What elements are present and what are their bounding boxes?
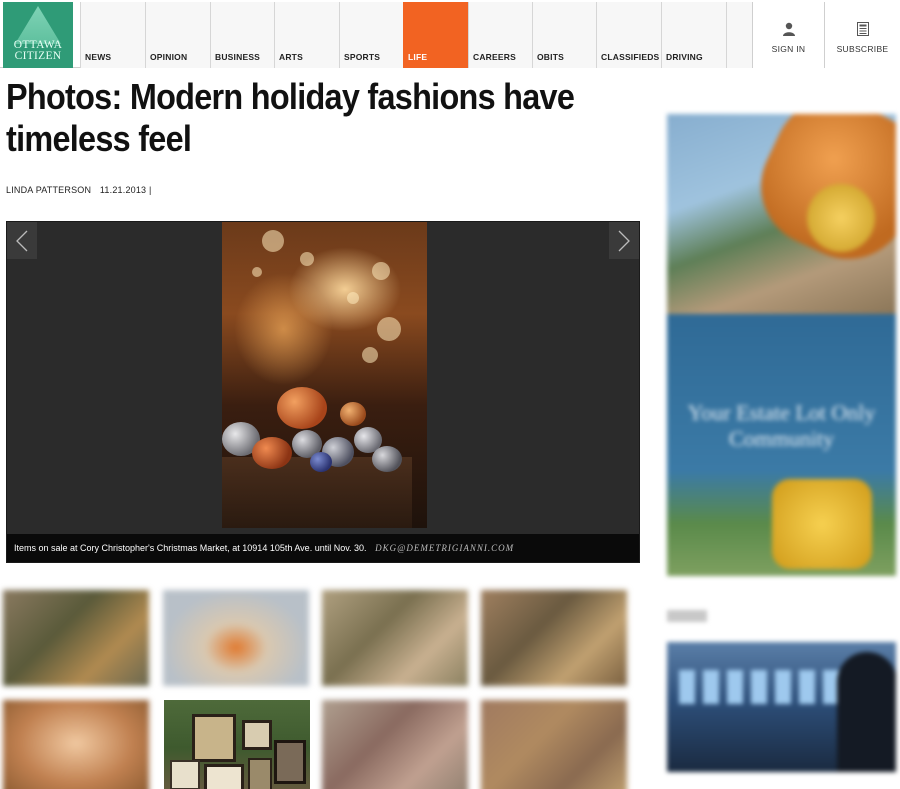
nav-label: ARTS — [279, 52, 303, 62]
framed-art — [242, 720, 272, 750]
framed-art — [192, 714, 236, 762]
nav-item-business[interactable]: BUSINESS — [210, 2, 274, 68]
bokeh-light — [252, 267, 262, 277]
sidebar-photo-detail — [679, 670, 695, 704]
nav-item-obits[interactable]: OBITS — [532, 2, 596, 68]
nav-label: OPINION — [150, 52, 188, 62]
gallery-thumbnail[interactable] — [3, 590, 149, 686]
chevron-right-icon — [618, 230, 630, 251]
user-icon — [782, 22, 795, 36]
photo-gallery: Items on sale at Cory Christopher's Chri… — [6, 221, 640, 563]
sidebar-photo[interactable] — [667, 642, 896, 772]
sidebar-photo-detail — [727, 670, 743, 704]
nav-label: CAREERS — [473, 52, 516, 62]
framed-art — [248, 758, 272, 789]
publish-date: 11.21.2013 | — [99, 185, 152, 195]
gallery-thumbnail[interactable] — [322, 590, 468, 686]
nav-item-sports[interactable]: SPORTS — [339, 2, 403, 68]
sign-in-label: SIGN IN — [771, 44, 806, 54]
bokeh-light — [300, 252, 314, 266]
gallery-prev-button[interactable] — [7, 222, 37, 259]
sidebar-photo-detail — [703, 670, 719, 704]
sidebar-photo-detail — [799, 670, 815, 704]
bokeh-light — [372, 262, 390, 280]
subscribe-button[interactable]: SUBSCRIBE — [824, 2, 900, 68]
ad-gold-seal — [807, 184, 875, 252]
sidebar-photo-detail — [775, 670, 791, 704]
ornament — [372, 446, 402, 472]
nav-item-arts[interactable]: ARTS — [274, 2, 339, 68]
nav-item-driving[interactable]: DRIVING — [661, 2, 726, 68]
nav-label: LIFE — [408, 52, 428, 62]
nav-label: SPORTS — [344, 52, 381, 62]
author-link[interactable]: LINDA PATTERSON — [6, 185, 91, 195]
gallery-caption: Items on sale at Cory Christopher's Chri… — [7, 534, 639, 562]
framed-art — [204, 764, 244, 789]
sign-in-button[interactable]: SIGN IN — [752, 2, 824, 68]
ornament — [277, 387, 327, 429]
ad-badge — [772, 479, 872, 569]
nav-label: CLASSIFIEDS — [601, 52, 660, 62]
sidebar-photo-detail — [751, 670, 767, 704]
nav-item-news[interactable]: NEWS — [80, 2, 145, 68]
nav-label: NEWS — [85, 52, 112, 62]
top-navigation: OTTAWA CITIZEN NEWS OPINION BUSINESS ART… — [0, 0, 900, 68]
gallery-next-button[interactable] — [609, 222, 639, 259]
bokeh-light — [347, 292, 359, 304]
chevron-left-icon — [16, 230, 28, 251]
byline: LINDA PATTERSON 11.21.2013 | — [6, 185, 158, 195]
nav-item-careers[interactable]: CAREERS — [468, 2, 532, 68]
sidebar-section-label — [667, 610, 707, 622]
photo-credit: DKG@DEMETRIGIANNI.COM — [375, 543, 515, 553]
gallery-thumbnail[interactable] — [481, 700, 627, 789]
caption-text: Items on sale at Cory Christopher's Chri… — [14, 543, 367, 553]
nav-spacer — [726, 2, 752, 68]
framed-art — [170, 760, 200, 789]
gallery-thumbnail[interactable] — [481, 590, 627, 686]
nav-item-opinion[interactable]: OPINION — [145, 2, 210, 68]
bokeh-light — [262, 230, 284, 252]
ad-headline: Your Estate Lot Only Community — [687, 400, 876, 451]
gallery-thumbnail[interactable] — [163, 590, 309, 686]
gallery-thumbnail[interactable] — [3, 700, 149, 789]
bokeh-light — [362, 347, 378, 363]
site-logo[interactable]: OTTAWA CITIZEN — [3, 2, 73, 68]
gallery-thumbnail[interactable] — [322, 700, 468, 789]
framed-mirror — [274, 740, 306, 784]
nav-label: DRIVING — [666, 52, 703, 62]
ornament — [340, 402, 366, 426]
ornament — [310, 452, 332, 472]
nav-label: BUSINESS — [215, 52, 261, 62]
article-headline: Photos: Modern holiday fashions have tim… — [6, 76, 575, 159]
logo-wordmark: OTTAWA CITIZEN — [3, 39, 73, 62]
ornament — [252, 437, 292, 469]
logo-line-2: CITIZEN — [14, 50, 62, 62]
nav-item-life[interactable]: LIFE — [403, 2, 468, 68]
nav-item-classifieds[interactable]: CLASSIFIEDS — [596, 2, 661, 68]
bokeh-light — [377, 317, 401, 341]
gallery-thumbnail[interactable] — [164, 700, 310, 789]
gallery-photo[interactable] — [222, 222, 427, 528]
subscribe-label: SUBSCRIBE — [836, 44, 889, 54]
nav-label: OBITS — [537, 52, 564, 62]
sidebar-photo-figure — [837, 652, 896, 772]
thumbnail-grid — [3, 590, 628, 789]
sidebar-advertisement[interactable]: Your Estate Lot Only Community — [667, 114, 896, 576]
newspaper-icon — [856, 22, 869, 36]
